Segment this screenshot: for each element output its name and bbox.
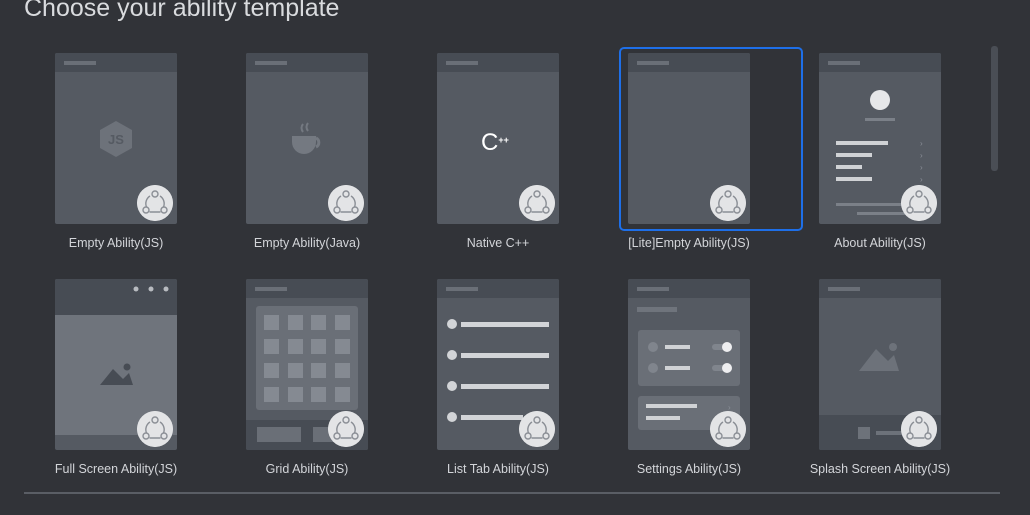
svg-text:›: › <box>920 151 923 160</box>
svg-text:›: › <box>920 163 923 172</box>
template-preview <box>246 53 368 224</box>
template-label: List Tab Ability(JS) <box>447 462 549 476</box>
harmony-badge-icon <box>710 411 746 447</box>
harmony-badge-icon <box>137 185 173 221</box>
js-icon: JS <box>100 121 132 157</box>
divider <box>24 492 1000 494</box>
svg-text:›: › <box>920 175 923 184</box>
preview-header <box>819 53 941 72</box>
svg-text:›: › <box>920 139 923 148</box>
template-label: Grid Ability(JS) <box>265 462 349 476</box>
template-empty-ability-java[interactable]: Empty Ability(Java) <box>246 53 430 257</box>
harmony-badge-icon <box>137 411 173 447</box>
preview-header <box>437 53 559 72</box>
template-label: Native C++ <box>466 236 530 250</box>
cpp-icon: C++ <box>481 129 509 156</box>
template-preview <box>246 279 368 450</box>
page-title: Choose your ability template <box>24 0 340 22</box>
java-coffee-icon <box>292 122 321 154</box>
template-grid-ability-js[interactable]: Grid Ability(JS) <box>246 279 430 483</box>
template-label: Empty Ability(Java) <box>253 236 361 250</box>
svg-text:JS: JS <box>108 132 124 147</box>
preview-header <box>628 53 750 72</box>
harmony-badge-icon <box>328 411 364 447</box>
template-preview <box>628 53 750 224</box>
harmony-badge-icon <box>710 185 746 221</box>
template-label: Settings Ability(JS) <box>636 462 742 476</box>
template-label: [Lite]Empty Ability(JS) <box>628 236 750 250</box>
template-settings-ability-js[interactable]: › Settings Ability(JS) <box>628 279 812 483</box>
harmony-badge-icon <box>901 411 937 447</box>
template-label: Splash Screen Ability(JS) <box>809 462 951 476</box>
preview-header <box>55 53 177 72</box>
template-label: Empty Ability(JS) <box>68 236 164 250</box>
template-preview: C++ <box>437 53 559 224</box>
template-splash-screen-ability-js[interactable]: Splash Screen Ability(JS) <box>810 279 1003 483</box>
template-preview <box>55 279 177 450</box>
harmony-badge-icon <box>901 185 937 221</box>
template-full-screen-ability-js[interactable]: Full Screen Ability(JS) <box>55 279 239 483</box>
preview-header <box>246 53 368 72</box>
template-label: About Ability(JS) <box>834 236 926 250</box>
template-lite-empty-ability-js[interactable]: [Lite]Empty Ability(JS) <box>619 47 812 257</box>
harmony-badge-icon <box>328 185 364 221</box>
harmony-badge-icon <box>519 185 555 221</box>
template-list-tab-ability-js[interactable]: List Tab Ability(JS) <box>437 279 621 483</box>
harmony-badge-icon <box>519 411 555 447</box>
template-native-cpp[interactable]: C++ Native C++ <box>437 53 621 257</box>
template-preview: › › › › <box>819 53 941 224</box>
template-about-ability-js[interactable]: › › › › About Ability(JS) <box>819 53 1003 257</box>
template-label: Full Screen Ability(JS) <box>54 462 178 476</box>
vertical-scrollbar[interactable] <box>991 46 998 171</box>
template-preview: JS <box>55 53 177 224</box>
template-preview: › <box>628 279 750 450</box>
template-preview <box>819 279 941 450</box>
template-empty-ability-js[interactable]: JS Empty Ability(JS) <box>55 53 239 257</box>
template-preview <box>437 279 559 450</box>
